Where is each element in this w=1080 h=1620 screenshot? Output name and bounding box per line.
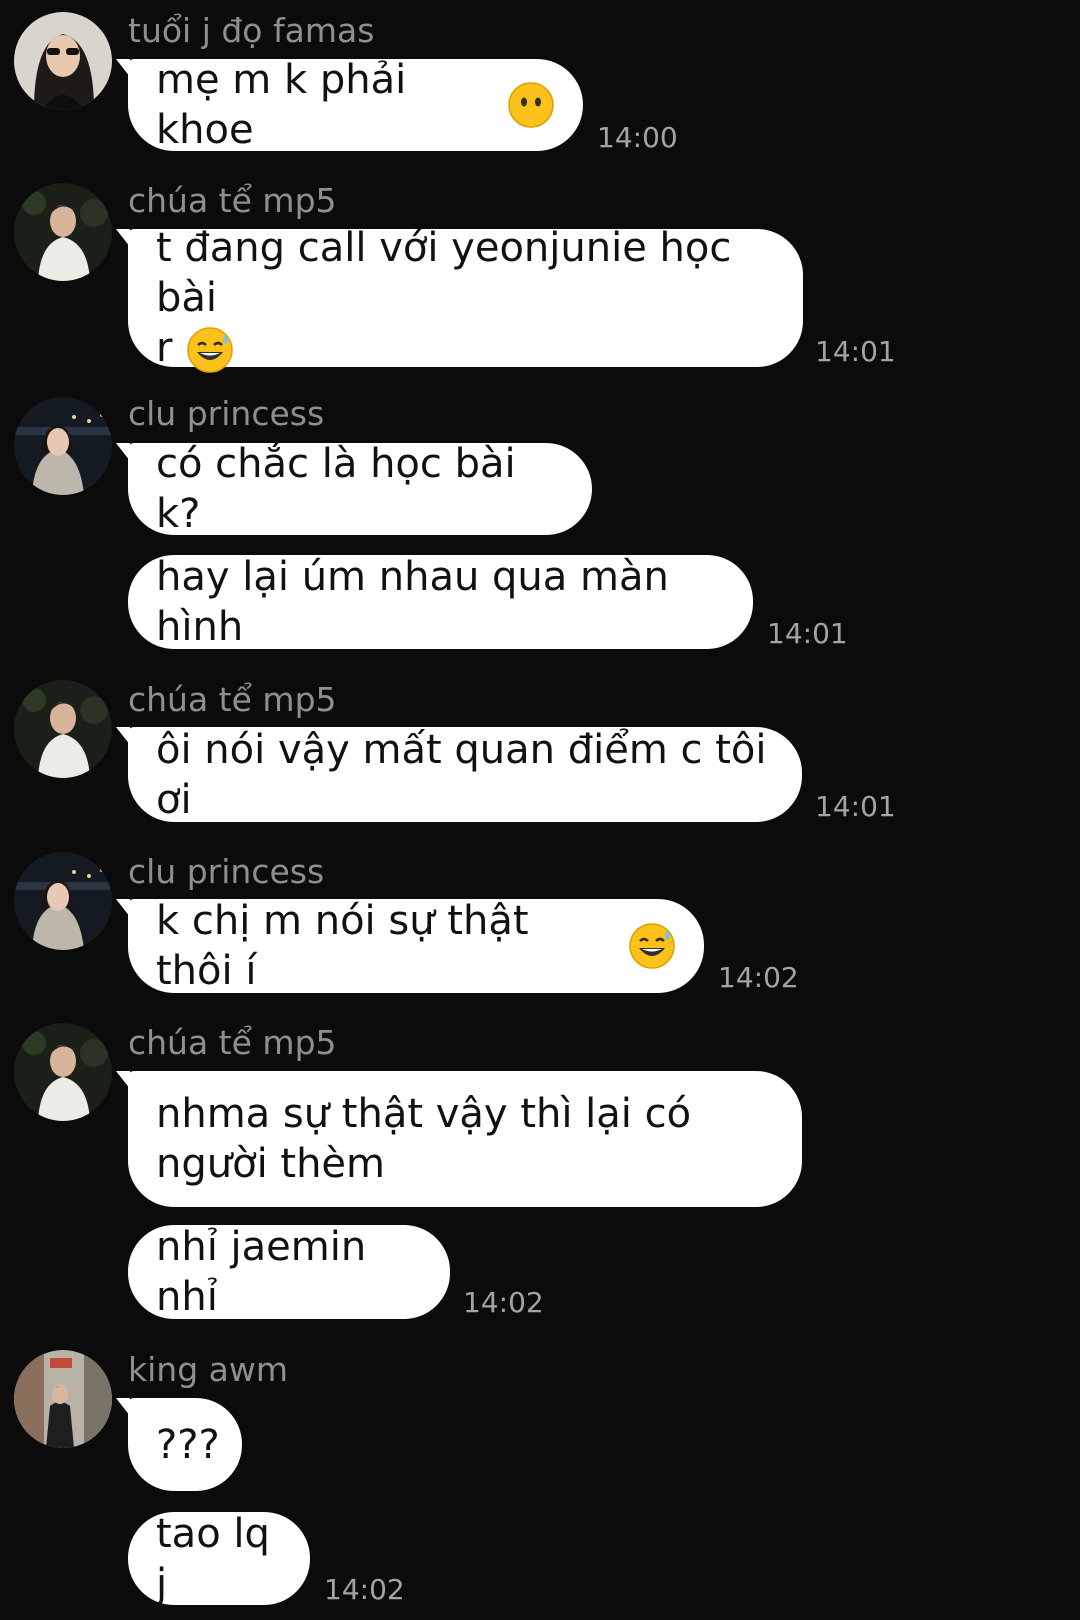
sender-name: clu princess [128, 852, 325, 891]
avatar-chua-te-mp5[interactable] [14, 680, 112, 778]
neutral-face-emoji-icon [507, 81, 555, 129]
message-timestamp: 14:01 [815, 790, 896, 823]
message-line: t đang call với yeonjunie học bài [156, 224, 745, 321]
sender-name: clu princess [128, 394, 325, 433]
message-bubble[interactable]: ??? [116, 1398, 242, 1491]
message-text: nhma sự thật vậy thì lại có người thèm [156, 1089, 691, 1189]
avatar-boy-white-shirt-image [14, 1023, 112, 1121]
message-bubble[interactable]: k chị m nói sự thật thôi í [116, 898, 704, 994]
message-timestamp: 14:02 [324, 1573, 405, 1606]
avatar-boy-white-shirt-image [14, 183, 112, 281]
message-bubble[interactable]: có chắc là học bài k? [116, 441, 592, 537]
avatar-king-awm[interactable] [14, 1350, 112, 1448]
message-text: hay lại úm nhau qua màn hình [156, 554, 682, 650]
avatar-girl-sunglasses-image [14, 12, 112, 110]
message-bubble[interactable]: tao lq j [128, 1511, 310, 1607]
avatar-chua-te-mp5[interactable] [14, 1023, 112, 1121]
sweat-smile-emoji-icon [186, 326, 234, 374]
message-text: k chị m nói sự thật thôi í [156, 898, 542, 994]
message-text: t đang call với yeonjunie học bài r [156, 223, 775, 374]
sender-name: chúa tể mp5 [128, 680, 337, 719]
message-line: người thèm [156, 1141, 386, 1187]
avatar-clu-princess[interactable] [14, 397, 112, 495]
message-text: mẹ m k phải khoe [156, 57, 419, 153]
avatar-clu-princess[interactable] [14, 852, 112, 950]
message-bubble[interactable]: nhỉ jaemin nhỉ [128, 1224, 450, 1320]
message-line: nhma sự thật vậy thì lại có [156, 1091, 692, 1137]
message-timestamp: 14:01 [815, 335, 896, 368]
message-text: ??? [156, 1421, 220, 1468]
avatar-girl-night-city-image [14, 397, 112, 495]
sender-name: tuổi j đọ famas [128, 11, 375, 50]
message-text: tao lq j [156, 1510, 283, 1607]
avatar-boy-street-image [14, 1350, 112, 1448]
message-timestamp: 14:02 [463, 1286, 544, 1319]
message-bubble[interactable]: nhma sự thật vậy thì lại có người thèm [116, 1071, 802, 1207]
message-timestamp: 14:01 [767, 617, 848, 650]
avatar-chua-te-mp5[interactable] [14, 183, 112, 281]
avatar-tuoi-j-do-famas[interactable] [14, 12, 112, 110]
message-text: nhỉ jaemin nhỉ [156, 1224, 379, 1320]
sender-name: chúa tể mp5 [128, 181, 337, 220]
message-text: ôi nói vậy mất quan điểm c tôi ơi [156, 726, 780, 823]
sweat-smile-emoji-icon [628, 922, 676, 970]
message-text: có chắc là học bài k? [156, 441, 529, 537]
message-bubble[interactable]: mẹ m k phải khoe [116, 57, 583, 153]
avatar-girl-night-city-image [14, 852, 112, 950]
sender-name: king awm [128, 1350, 288, 1389]
message-bubble[interactable]: hay lại úm nhau qua màn hình [128, 554, 753, 650]
sender-name: chúa tể mp5 [128, 1023, 337, 1062]
message-bubble[interactable]: ôi nói vậy mất quan điểm c tôi ơi [116, 726, 802, 823]
message-bubble[interactable]: t đang call với yeonjunie học bài r [116, 225, 803, 373]
avatar-boy-white-shirt-image [14, 680, 112, 778]
message-timestamp: 14:02 [718, 961, 799, 994]
message-line: r [156, 324, 173, 371]
message-timestamp: 14:00 [597, 121, 678, 154]
